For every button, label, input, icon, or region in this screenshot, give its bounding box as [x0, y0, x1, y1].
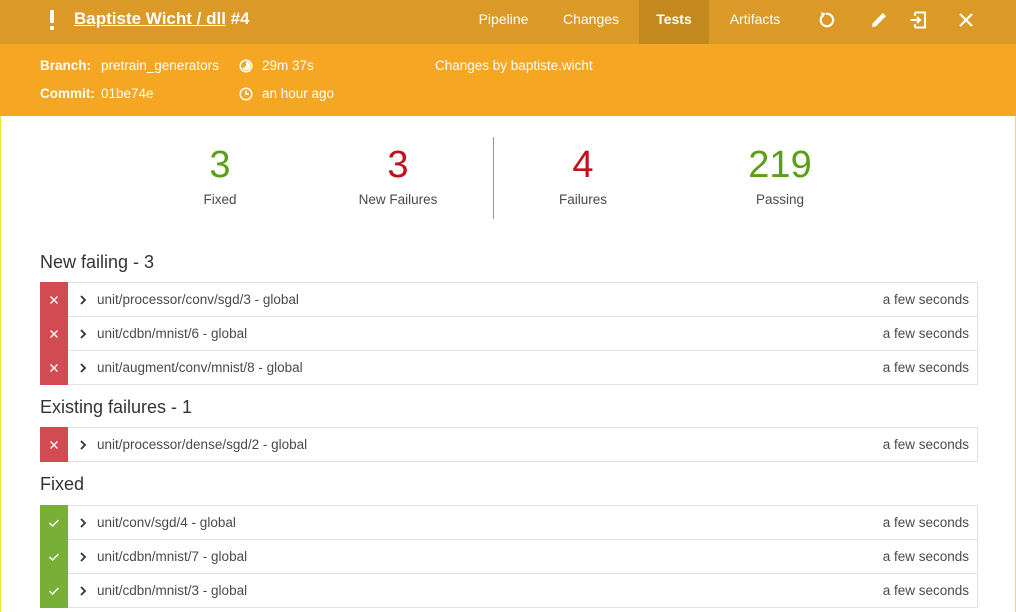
chevron-right-icon[interactable]	[77, 327, 89, 341]
test-row[interactable]: unit/processor/conv/sgd/3 - global a few…	[40, 282, 978, 317]
pipeline-link[interactable]: Baptiste Wicht / dll	[74, 9, 226, 28]
test-name: unit/cdbn/mnist/6 - global	[97, 326, 248, 341]
summary-divider	[493, 137, 494, 219]
test-row[interactable]: unit/conv/sgd/4 - global a few seconds	[40, 505, 978, 540]
test-name: unit/conv/sgd/4 - global	[97, 515, 236, 530]
test-duration: a few seconds	[882, 360, 969, 375]
passing-label: Passing	[755, 192, 805, 207]
summary-new-failures: 3 New Failures	[348, 140, 448, 207]
tab-tests[interactable]: Tests	[639, 0, 709, 44]
pass-status-icon	[40, 539, 68, 574]
section-existing-failures-title: Existing failures - 1	[40, 397, 193, 417]
duration-icon	[239, 59, 253, 73]
section-new-failing-title: New failing - 3	[40, 252, 155, 272]
test-name: unit/augment/conv/mnist/8 - global	[97, 360, 303, 375]
failures-label: Failures	[558, 192, 607, 207]
tab-artifacts[interactable]: Artifacts	[709, 0, 801, 44]
test-duration: a few seconds	[882, 292, 969, 307]
test-duration: a few seconds	[882, 583, 969, 598]
open-in-classic-icon[interactable]	[906, 8, 930, 32]
duration-value: 29m 37s	[262, 58, 314, 73]
chevron-right-icon[interactable]	[77, 516, 89, 530]
test-duration: a few seconds	[882, 549, 969, 564]
fixed-count: 3	[209, 144, 231, 186]
fail-status-icon	[40, 350, 68, 385]
close-icon[interactable]	[954, 8, 978, 32]
run-header-bar: Baptiste Wicht / dll #4 Pipeline Changes…	[0, 0, 1016, 44]
fail-status-icon	[40, 427, 68, 462]
test-name: unit/processor/conv/sgd/3 - global	[97, 292, 299, 307]
test-name: unit/cdbn/mnist/7 - global	[97, 549, 248, 564]
passing-count: 219	[748, 144, 812, 186]
summary-passing: 219 Passing	[730, 140, 830, 207]
test-duration: a few seconds	[882, 437, 969, 452]
fixed-label: Fixed	[203, 192, 237, 207]
fail-status-icon	[40, 282, 68, 317]
test-name: unit/cdbn/mnist/3 - global	[97, 583, 248, 598]
pass-status-icon	[40, 505, 68, 540]
test-duration: a few seconds	[882, 515, 969, 530]
run-number: #4	[230, 9, 250, 28]
new-failures-label: New Failures	[358, 192, 438, 207]
branch-label: Branch:	[40, 58, 92, 73]
clock-icon	[239, 87, 253, 101]
test-duration: a few seconds	[882, 326, 969, 341]
chevron-right-icon[interactable]	[77, 293, 89, 307]
test-row[interactable]: unit/processor/dense/sgd/2 - global a fe…	[40, 427, 978, 462]
section-fixed-title: Fixed	[40, 474, 85, 494]
new-failures-count: 3	[387, 144, 409, 186]
test-row[interactable]: unit/cdbn/mnist/6 - global a few seconds	[40, 316, 978, 351]
commit-value: 01be74e	[101, 86, 154, 101]
chevron-right-icon[interactable]	[77, 438, 89, 452]
pass-status-icon	[40, 573, 68, 608]
run-title: Baptiste Wicht / dll #4	[74, 9, 250, 29]
run-details: Branch: pretrain_generators Commit: 01be…	[0, 44, 1016, 116]
commit-label: Commit:	[40, 86, 95, 101]
chevron-right-icon[interactable]	[77, 361, 89, 375]
changes-by: Changes by baptiste.wicht	[435, 58, 593, 73]
edit-icon[interactable]	[867, 8, 891, 32]
tab-pipeline[interactable]: Pipeline	[464, 0, 543, 44]
started-value: an hour ago	[262, 86, 335, 101]
branch-value: pretrain_generators	[101, 58, 219, 73]
summary-failures: 4 Failures	[543, 140, 623, 207]
test-row[interactable]: unit/cdbn/mnist/7 - global a few seconds	[40, 539, 978, 574]
test-row[interactable]: unit/cdbn/mnist/3 - global a few seconds	[40, 573, 978, 608]
failures-count: 4	[572, 144, 594, 186]
summary-fixed: 3 Fixed	[180, 140, 260, 207]
replay-icon[interactable]	[815, 8, 839, 32]
fail-status-icon	[40, 316, 68, 351]
test-name: unit/processor/dense/sgd/2 - global	[97, 437, 308, 452]
test-row[interactable]: unit/augment/conv/mnist/8 - global a few…	[40, 350, 978, 385]
chevron-right-icon[interactable]	[77, 550, 89, 564]
chevron-right-icon[interactable]	[77, 584, 89, 598]
exclamation-icon	[44, 8, 60, 32]
tab-changes[interactable]: Changes	[543, 0, 639, 44]
